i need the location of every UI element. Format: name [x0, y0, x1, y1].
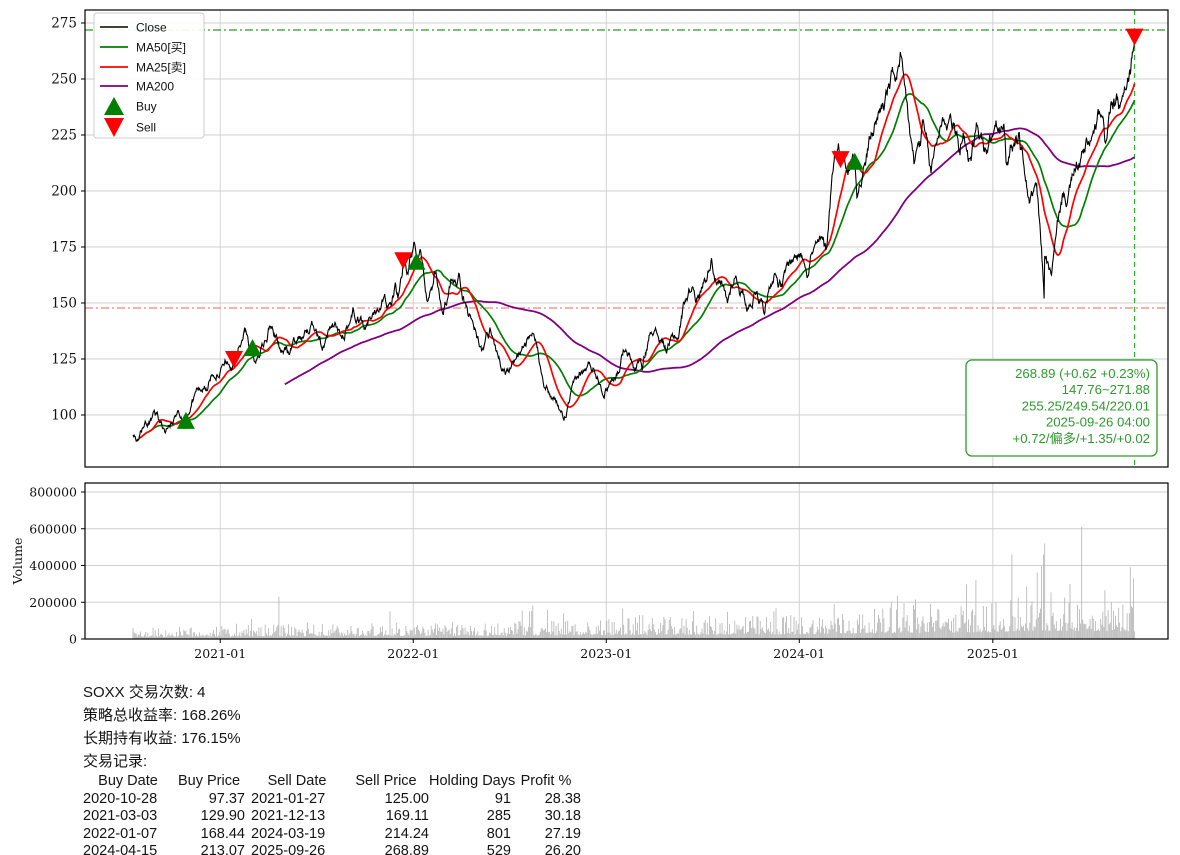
svg-text:2024-01: 2024-01: [773, 646, 825, 661]
svg-text:600000: 600000: [29, 521, 77, 536]
column-header: Profit %: [511, 773, 581, 791]
legend-item-label: Close: [136, 21, 167, 35]
annotation-line: 268.89 (+0.62 +0.23%): [1015, 366, 1150, 381]
table-cell: 125.00: [343, 791, 429, 809]
trade-records-table: Buy DateBuy PriceSell DateSell PriceHold…: [83, 773, 581, 855]
svg-text:400000: 400000: [29, 558, 77, 573]
table-cell: 2024-03-19: [245, 826, 343, 844]
legend: Close MA50[买] MA25[卖] MA200 Buy Sell: [94, 13, 204, 138]
svg-text:100: 100: [51, 408, 77, 424]
sell-marker: [1126, 29, 1144, 46]
trade-record-row: 2024-04-15213.072025-09-26268.8952926.20: [83, 843, 581, 855]
svg-text:175: 175: [51, 240, 77, 256]
table-cell: 2022-01-07: [83, 826, 173, 844]
trade-record-row: 2020-10-2897.372021-01-27125.009128.38: [83, 791, 581, 809]
trade-records-label: 交易记录:: [83, 750, 581, 773]
table-cell: 2021-01-27: [245, 791, 343, 809]
svg-text:200: 200: [51, 184, 77, 200]
table-cell: 168.44: [173, 826, 245, 844]
column-header: Holding Days: [429, 773, 511, 791]
total-return-line: 策略总收益率: 168.26%: [83, 704, 581, 727]
trade-count-line: SOXX 交易次数: 4: [83, 681, 581, 704]
table-cell: 26.20: [511, 843, 581, 855]
trade-record-row: 2021-03-03129.902021-12-13169.1128530.18: [83, 808, 581, 826]
table-cell: 2021-03-03: [83, 808, 173, 826]
table-cell: 2021-12-13: [245, 808, 343, 826]
strategy-report-page: 100 125 150 175 200 225 250 275 0 200000 400000 600…: [0, 0, 1180, 855]
column-header: Buy Price: [173, 773, 245, 791]
strategy-stats: SOXX 交易次数: 4 策略总收益率: 168.26% 长期持有收益: 176…: [83, 681, 581, 855]
column-header: Sell Price: [343, 773, 429, 791]
svg-text:275: 275: [51, 16, 77, 32]
table-cell: 2024-04-15: [83, 843, 173, 855]
volume-panel-border: [85, 483, 1168, 639]
legend-item-label: Buy: [136, 100, 157, 114]
svg-text:250: 250: [51, 72, 77, 88]
gridlines: [85, 10, 1168, 639]
svg-text:150: 150: [51, 296, 77, 312]
volume-bars: [133, 527, 1135, 639]
table-cell: 2020-10-28: [83, 791, 173, 809]
table-cell: 129.90: [173, 808, 245, 826]
trade-record-row: 2022-01-07168.442024-03-19214.2480127.19: [83, 826, 581, 844]
legend-item-label: Sell: [136, 121, 156, 135]
table-cell: 28.38: [511, 791, 581, 809]
svg-text:800000: 800000: [29, 485, 77, 500]
table-cell: 2025-09-26: [245, 843, 343, 855]
hold-return-line: 长期持有收益: 176.15%: [83, 727, 581, 750]
svg-text:125: 125: [51, 352, 77, 368]
svg-text:2022-01: 2022-01: [387, 646, 439, 661]
svg-text:2025-01: 2025-01: [967, 646, 1019, 661]
annotation-line: 255.25/249.54/220.01: [1022, 398, 1150, 413]
column-header: Sell Date: [245, 773, 343, 791]
stock-figure-svg: 100 125 150 175 200 225 250 275 0 200000 400000 600…: [0, 0, 1180, 672]
column-header: Buy Date: [83, 773, 173, 791]
legend-item-label: MA200: [136, 80, 174, 94]
table-cell: 801: [429, 826, 511, 844]
annotation-line: 2025-09-26 04:00: [1046, 415, 1150, 430]
table-cell: 214.24: [343, 826, 429, 844]
table-cell: 30.18: [511, 808, 581, 826]
annotation-line: 147.76~271.88: [1062, 382, 1150, 397]
svg-text:2023-01: 2023-01: [580, 646, 632, 661]
volume-axis-label: Volume: [10, 538, 25, 586]
legend-item-label: MA50[买]: [136, 41, 186, 55]
svg-text:0: 0: [69, 632, 77, 647]
svg-text:225: 225: [51, 128, 77, 144]
buy-marker: [846, 153, 864, 170]
table-cell: 213.07: [173, 843, 245, 855]
annotation-box: 268.89 (+0.62 +0.23%)147.76~271.88255.25…: [966, 360, 1157, 456]
svg-text:2021-01: 2021-01: [194, 646, 246, 661]
table-header-row: Buy DateBuy PriceSell DateSell PriceHold…: [83, 773, 581, 791]
legend-item-label: MA25[卖]: [136, 61, 186, 75]
table-cell: 91: [429, 791, 511, 809]
table-cell: 285: [429, 808, 511, 826]
table-cell: 169.11: [343, 808, 429, 826]
table-cell: 268.89: [343, 843, 429, 855]
table-cell: 97.37: [173, 791, 245, 809]
svg-text:200000: 200000: [29, 595, 77, 610]
annotation-line: +0.72/偏多/+1.35/+0.02: [1013, 430, 1150, 446]
table-cell: 529: [429, 843, 511, 855]
table-cell: 27.19: [511, 826, 581, 844]
